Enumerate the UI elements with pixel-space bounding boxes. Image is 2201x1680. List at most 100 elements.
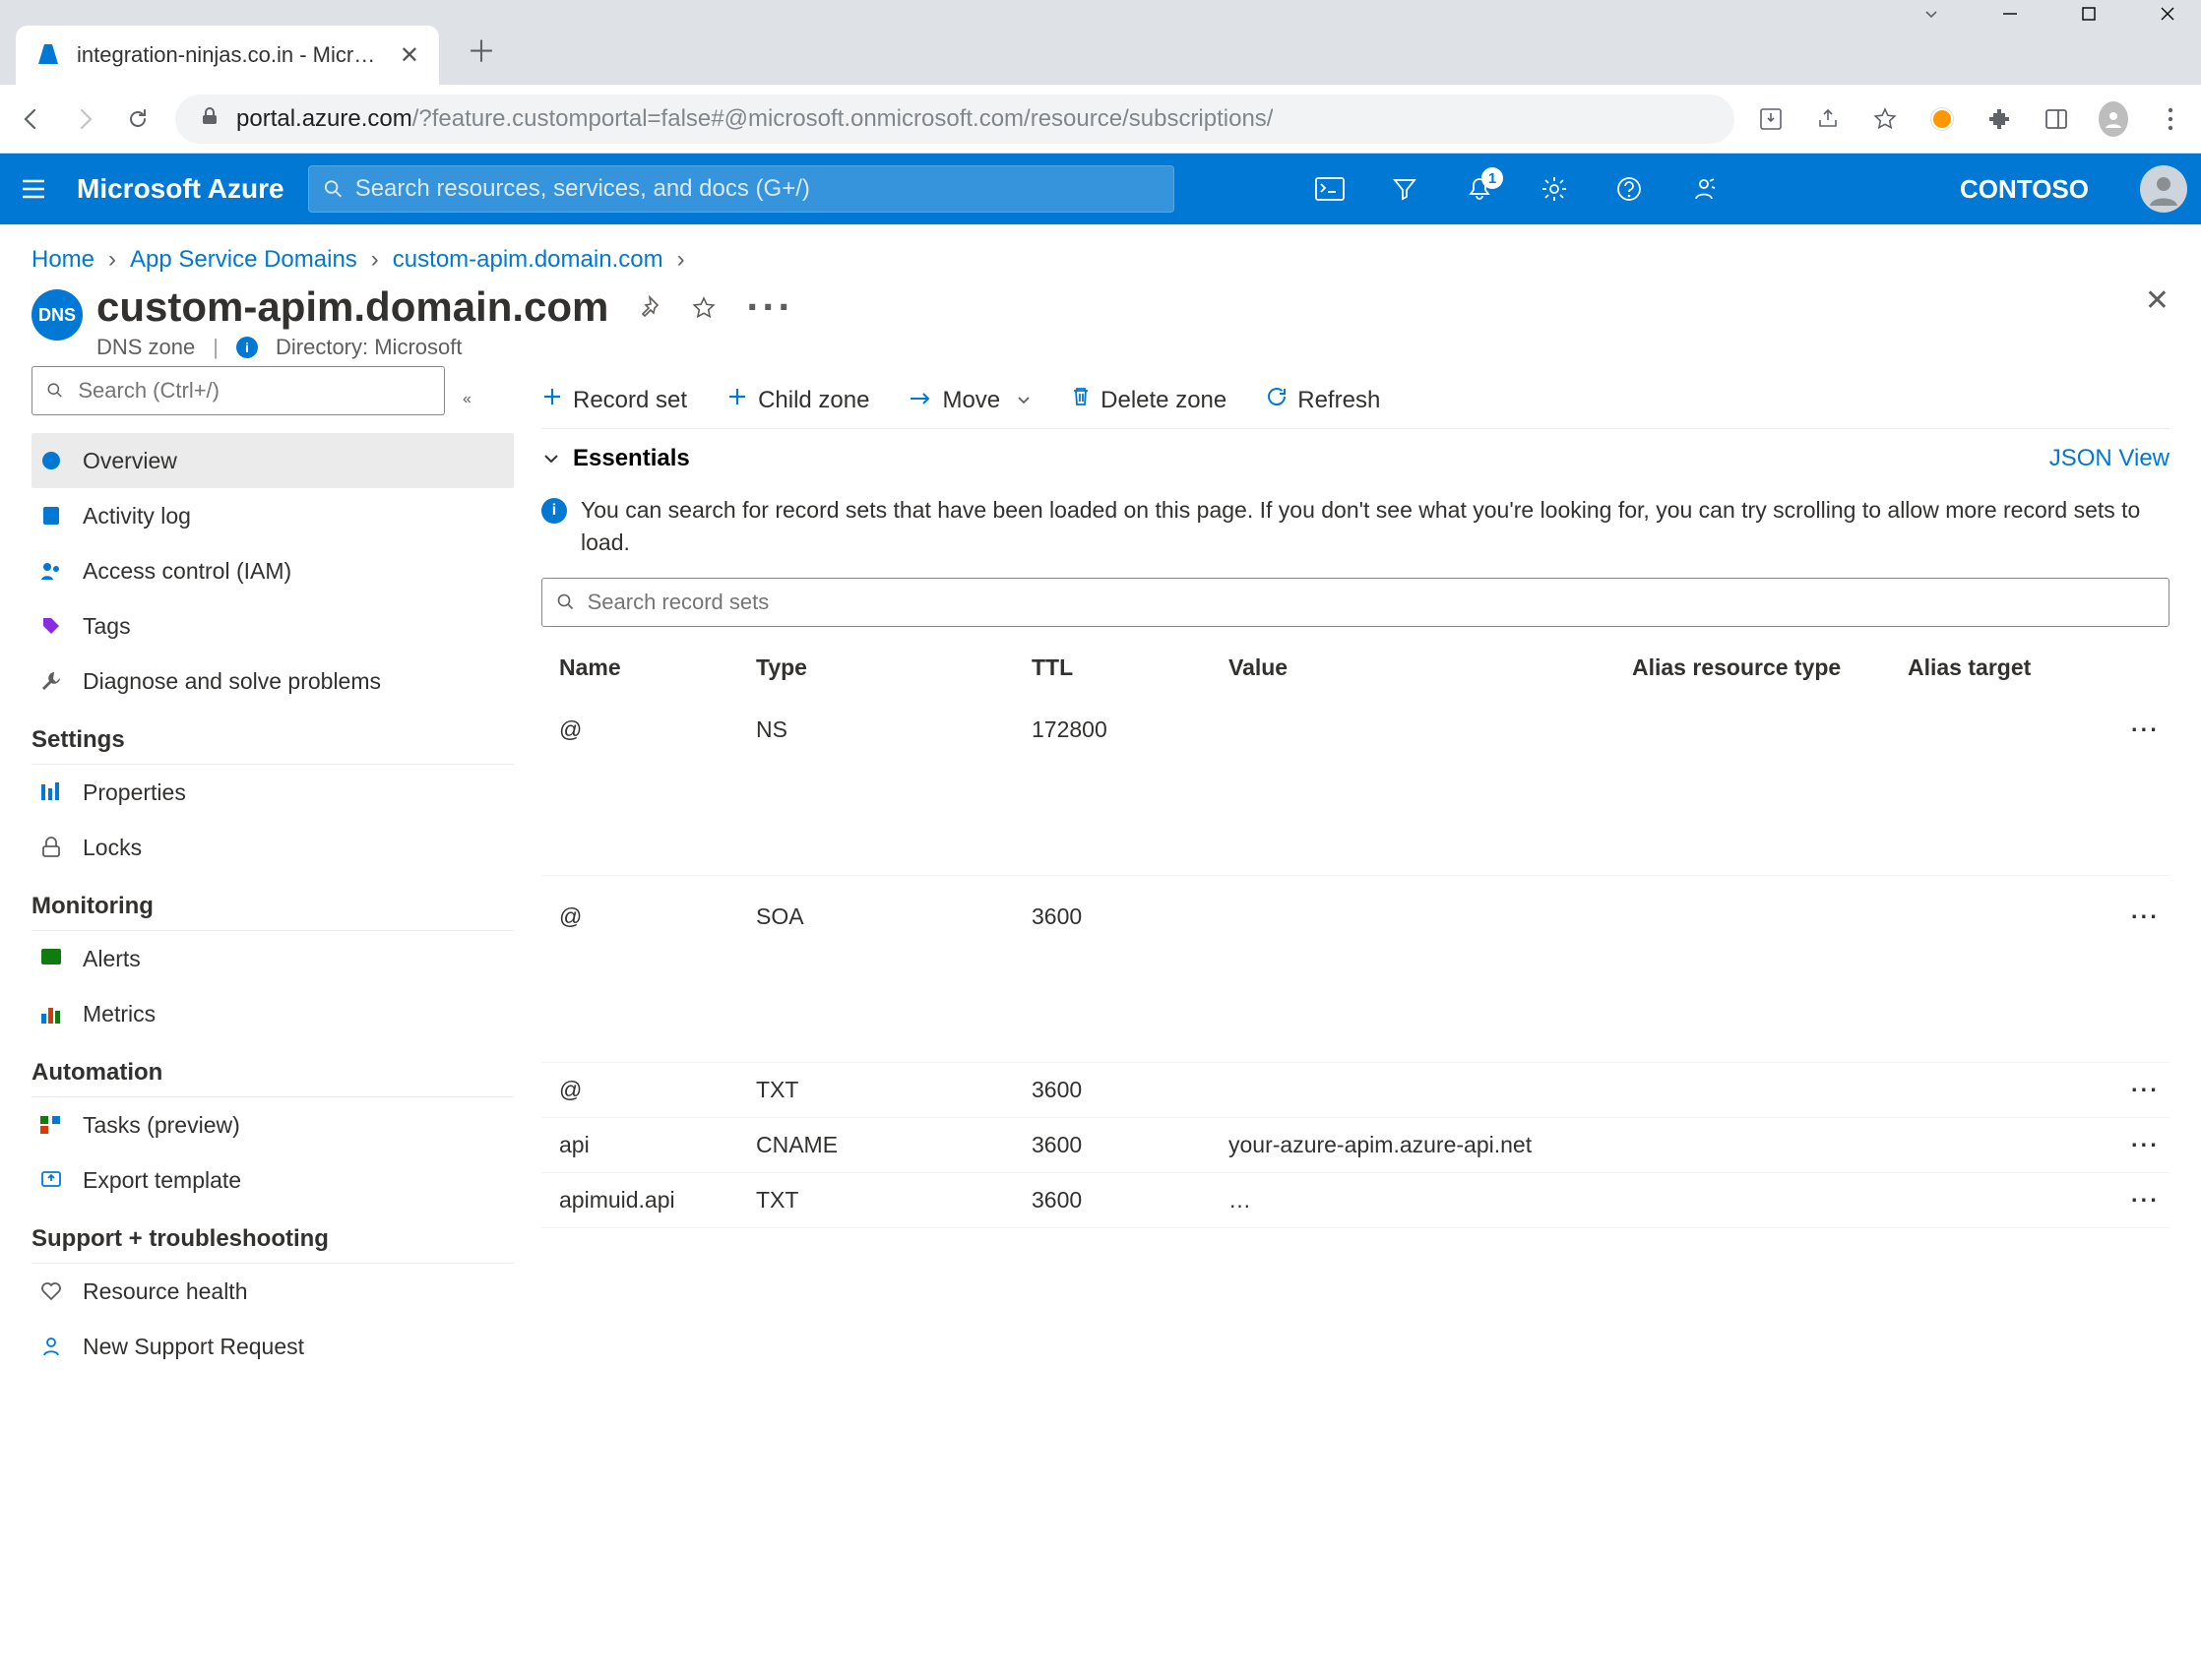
row-menu-icon[interactable]: ··· <box>2105 903 2160 930</box>
sidebar-item-iam[interactable]: Access control (IAM) <box>31 543 514 598</box>
info-icon: i <box>541 498 567 524</box>
cell-value: your-azure-apim.azure-api.net <box>1228 1132 1632 1158</box>
cloud-shell-icon[interactable] <box>1314 173 1346 205</box>
address-bar[interactable]: portal.azure.com/?feature.customportal=f… <box>175 94 1734 144</box>
table-row[interactable]: @ SOA 3600 ··· <box>541 876 2170 1063</box>
install-icon[interactable] <box>1756 104 1786 134</box>
sidebar-item-activity-log[interactable]: Activity log <box>31 488 514 543</box>
move-button[interactable]: Move <box>909 387 1032 414</box>
side-panel-icon[interactable] <box>2042 104 2071 134</box>
sidebar-item-overview[interactable]: Overview <box>31 433 514 488</box>
table-row[interactable]: @ TXT 3600 ··· <box>541 1063 2170 1118</box>
sidebar-item-tags[interactable]: Tags <box>31 598 514 653</box>
essentials-label[interactable]: Essentials <box>573 445 690 472</box>
col-name[interactable]: Name <box>559 654 756 681</box>
refresh-button[interactable]: Refresh <box>1266 386 1380 414</box>
extensions-icon[interactable] <box>1984 104 2014 134</box>
browser-tab[interactable]: integration-ninjas.co.in - Microso ✕ <box>16 26 439 85</box>
kebab-menu-icon[interactable] <box>2156 104 2185 134</box>
sidebar-search-input[interactable] <box>78 378 430 404</box>
tasks-icon <box>37 1111 65 1139</box>
delete-zone-button[interactable]: Delete zone <box>1071 386 1226 414</box>
tab-close-icon[interactable]: ✕ <box>400 41 419 70</box>
record-search-input[interactable] <box>588 590 2155 615</box>
cell-name: @ <box>559 1077 756 1103</box>
sidebar-item-metrics[interactable]: Metrics <box>31 986 514 1041</box>
col-value[interactable]: Value <box>1228 654 1632 681</box>
plus-icon <box>726 386 748 414</box>
sidebar-item-export-template[interactable]: Export template <box>31 1152 514 1208</box>
user-avatar[interactable] <box>2140 165 2187 213</box>
tenant-label[interactable]: CONTOSO <box>1960 174 2089 205</box>
row-menu-icon[interactable]: ··· <box>2105 1187 2160 1213</box>
table-row[interactable]: @ NS 172800 ··· <box>541 689 2170 876</box>
cell-ttl: 3600 <box>1032 1187 1228 1213</box>
close-blade-icon[interactable]: ✕ <box>2145 283 2170 318</box>
row-menu-icon[interactable]: ··· <box>2105 1077 2160 1103</box>
sidebar-search[interactable] <box>31 366 445 415</box>
notifications-icon[interactable]: 1 <box>1464 173 1495 205</box>
global-search-input[interactable] <box>355 175 1160 203</box>
child-zone-button[interactable]: Child zone <box>726 386 869 414</box>
more-icon[interactable]: ··· <box>746 283 793 331</box>
gear-icon[interactable] <box>1539 173 1570 205</box>
col-alias-target[interactable]: Alias target <box>1908 654 2105 681</box>
cell-name: @ <box>559 903 756 930</box>
cell-type: CNAME <box>756 1132 1032 1158</box>
status-dot[interactable] <box>1927 104 1957 134</box>
record-set-button[interactable]: Record set <box>541 386 687 414</box>
info-icon[interactable]: i <box>236 337 258 358</box>
hamburger-icon[interactable] <box>14 169 53 209</box>
pin-icon[interactable] <box>636 283 661 331</box>
cell-value: … <box>1228 1187 1632 1213</box>
feedback-icon[interactable] <box>1688 173 1720 205</box>
chevron-down-icon[interactable] <box>1921 4 1941 24</box>
row-menu-icon[interactable]: ··· <box>2105 716 2160 743</box>
minimize-icon[interactable] <box>2000 4 2020 24</box>
sidebar-heading-support: Support + troubleshooting <box>31 1208 514 1264</box>
col-ttl[interactable]: TTL <box>1032 654 1228 681</box>
properties-icon <box>37 778 65 806</box>
lock-icon <box>199 105 220 132</box>
bookmark-icon[interactable] <box>1870 104 1900 134</box>
crumb-home[interactable]: Home <box>31 246 94 274</box>
sidebar-item-properties[interactable]: Properties <box>31 765 514 820</box>
col-alias-type[interactable]: Alias resource type <box>1632 654 1908 681</box>
chevron-down-icon[interactable] <box>541 449 561 468</box>
crumb-service[interactable]: App Service Domains <box>130 246 357 274</box>
record-search[interactable] <box>541 578 2170 627</box>
col-type[interactable]: Type <box>756 654 1032 681</box>
profile-icon[interactable] <box>2099 104 2128 134</box>
json-view-link[interactable]: JSON View <box>2049 445 2170 472</box>
close-window-icon[interactable] <box>2158 4 2177 24</box>
table-row[interactable]: api CNAME 3600 your-azure-apim.azure-api… <box>541 1118 2170 1173</box>
help-icon[interactable] <box>1613 173 1645 205</box>
global-search[interactable] <box>308 165 1174 213</box>
favorite-icon[interactable] <box>691 283 717 331</box>
forward-button[interactable] <box>69 103 100 135</box>
sidebar-item-tasks[interactable]: Tasks (preview) <box>31 1097 514 1152</box>
reload-button[interactable] <box>122 103 154 135</box>
back-button[interactable] <box>16 103 47 135</box>
share-icon[interactable] <box>1813 104 1843 134</box>
collapse-sidebar-icon[interactable]: « <box>463 391 472 408</box>
cell-type: TXT <box>756 1187 1032 1213</box>
alerts-icon <box>37 945 65 972</box>
sidebar-item-locks[interactable]: Locks <box>31 820 514 875</box>
maximize-icon[interactable] <box>2079 4 2099 24</box>
sidebar-item-alerts[interactable]: Alerts <box>31 931 514 986</box>
sidebar-item-diagnose[interactable]: Diagnose and solve problems <box>31 653 514 709</box>
cell-type: SOA <box>756 903 1032 930</box>
tab-title: integration-ninjas.co.in - Microso <box>77 42 386 68</box>
sidebar-heading-automation: Automation <box>31 1041 514 1097</box>
table-row[interactable]: apimuid.api TXT 3600 … ··· <box>541 1173 2170 1228</box>
filter-icon[interactable] <box>1389 173 1420 205</box>
crumb-resource[interactable]: custom-apim.domain.com <box>393 246 663 274</box>
plus-icon <box>541 386 563 414</box>
sidebar-item-support-request[interactable]: New Support Request <box>31 1319 514 1374</box>
row-menu-icon[interactable]: ··· <box>2105 1132 2160 1158</box>
brand-label[interactable]: Microsoft Azure <box>77 173 284 205</box>
sidebar-item-resource-health[interactable]: Resource health <box>31 1264 514 1319</box>
search-icon <box>46 381 64 401</box>
new-tab-button[interactable]: ＋ <box>467 28 496 85</box>
